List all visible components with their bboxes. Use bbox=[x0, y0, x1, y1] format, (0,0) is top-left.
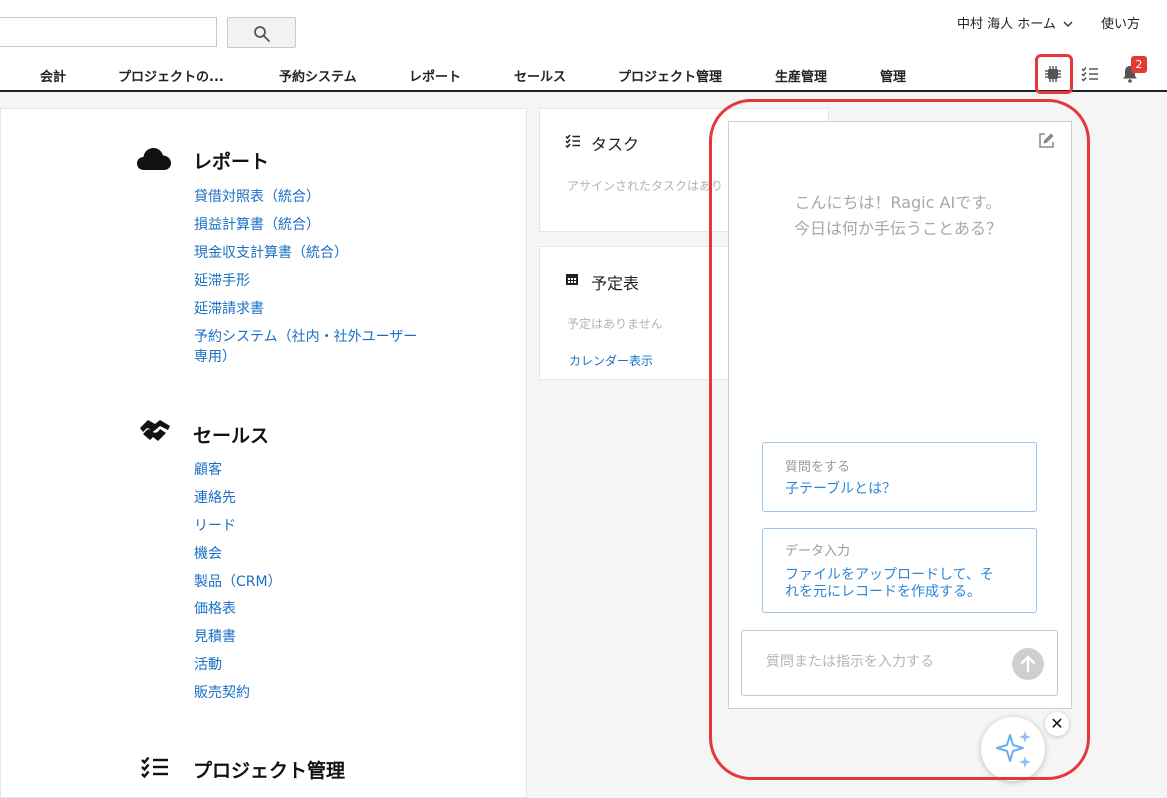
help-link[interactable]: 使い方 bbox=[1101, 13, 1140, 32]
link-activities[interactable]: 活動 bbox=[194, 655, 222, 675]
ai-greeting-line2: 今日は何か手伝うことある？ bbox=[793, 219, 1002, 238]
section-title-reports: レポート bbox=[193, 151, 270, 173]
link-cash-flow[interactable]: 現金収支計算書（統合） bbox=[194, 243, 348, 263]
checklist-icon bbox=[141, 756, 169, 782]
dashboard-left-panel bbox=[0, 108, 527, 798]
ai-greeting-line1: こんにちは！Ragic AIです。 bbox=[794, 193, 1002, 212]
schedule-title: 予定表 bbox=[591, 274, 640, 293]
suggestion-text-line1: ファイルをアップロードして、そ bbox=[785, 567, 994, 583]
search-button[interactable] bbox=[227, 17, 296, 48]
suggestion-ask-question[interactable]: 質問をする 子テーブルとは？ bbox=[762, 442, 1037, 512]
user-home-menu[interactable]: 中村 海人 ホーム bbox=[957, 13, 1073, 32]
link-reservation-line1: 予約システム（社内・社外ユーザー bbox=[194, 329, 418, 345]
handshake-icon bbox=[138, 416, 172, 448]
send-button[interactable] bbox=[1012, 648, 1044, 680]
link-opportunities[interactable]: 機会 bbox=[194, 544, 222, 564]
ai-button-highlight bbox=[1035, 54, 1073, 94]
link-products[interactable]: 製品（CRM） bbox=[194, 572, 282, 592]
nav-item-project-management[interactable]: プロジェクト管理 bbox=[618, 66, 722, 85]
link-balance-sheet[interactable]: 貸借対照表（統合） bbox=[194, 187, 320, 207]
link-reservation-system[interactable]: 予約システム（社内・社外ユーザー 専用） bbox=[194, 327, 417, 367]
section-title-sales: セールス bbox=[193, 425, 270, 447]
link-contacts[interactable]: 連絡先 bbox=[194, 488, 236, 508]
calendar-icon bbox=[565, 271, 579, 290]
ai-chat-input-box bbox=[741, 630, 1058, 696]
tasks-empty-text: アサインされたタスクはあり bbox=[567, 179, 724, 193]
search-input[interactable] bbox=[0, 17, 217, 47]
checklist-icon bbox=[565, 133, 581, 152]
nav-item-production[interactable]: 生産管理 bbox=[775, 66, 827, 85]
schedule-empty-text: 予定はありません bbox=[567, 317, 663, 331]
notification-badge: 2 bbox=[1131, 56, 1147, 73]
edit-icon bbox=[1039, 133, 1054, 148]
ai-chat-input[interactable] bbox=[764, 653, 1008, 671]
nav-item-admin[interactable]: 管理 bbox=[880, 66, 906, 85]
cloud-icon bbox=[136, 146, 172, 176]
suggestion-label: データ入力 bbox=[785, 544, 851, 559]
link-income-statement[interactable]: 損益計算書（統合） bbox=[194, 215, 320, 235]
calendar-view-link[interactable]: カレンダー表示 bbox=[569, 352, 653, 369]
section-title-project-management: プロジェクト管理 bbox=[193, 760, 346, 782]
suggestion-data-entry[interactable]: データ入力 ファイルをアップロードして、そ れを元にレコードを作成する。 bbox=[762, 528, 1037, 613]
link-reservation-line2: 専用） bbox=[194, 349, 236, 365]
new-chat-button[interactable] bbox=[1038, 132, 1055, 153]
link-quotes[interactable]: 見積書 bbox=[194, 627, 236, 647]
tasks-button[interactable] bbox=[1081, 66, 1099, 86]
suggestion-text-line2: れを元にレコードを作成する。 bbox=[785, 584, 981, 600]
nav-item-accounting[interactable]: 会計 bbox=[40, 66, 66, 85]
nav-item-sales[interactable]: セールス bbox=[514, 66, 566, 85]
suggestion-text: 子テーブルとは？ bbox=[785, 481, 897, 497]
link-overdue-invoices[interactable]: 延滞請求書 bbox=[194, 299, 264, 319]
ai-assistant-fab[interactable] bbox=[981, 717, 1045, 781]
link-sales-contracts[interactable]: 販売契約 bbox=[194, 683, 250, 703]
sparkle-icon bbox=[996, 731, 1031, 768]
suggestion-text: ファイルをアップロードして、そ れを元にレコードを作成する。 bbox=[785, 567, 994, 601]
nav-item-project-ellipsis[interactable]: プロジェクトの... bbox=[118, 66, 224, 85]
link-price-list[interactable]: 価格表 bbox=[194, 599, 236, 619]
link-leads[interactable]: リード bbox=[194, 516, 236, 536]
suggestion-label: 質問をする bbox=[785, 460, 851, 475]
user-menu-label: 中村 海人 ホーム bbox=[957, 17, 1056, 32]
search-icon bbox=[254, 26, 270, 42]
link-customers[interactable]: 顧客 bbox=[194, 460, 222, 480]
close-ai-button[interactable]: ✕ bbox=[1045, 712, 1069, 736]
ai-greeting: こんにちは！Ragic AIです。 今日は何か手伝うことある？ bbox=[738, 190, 1058, 242]
tasks-title: タスク bbox=[591, 135, 640, 154]
link-overdue-bills[interactable]: 延滞手形 bbox=[194, 271, 250, 291]
arrow-up-icon bbox=[1020, 655, 1036, 673]
nav-item-reports[interactable]: レポート bbox=[409, 66, 461, 85]
checklist-icon bbox=[1081, 67, 1098, 82]
chevron-down-icon bbox=[1063, 21, 1073, 27]
nav-item-reservation[interactable]: 予約システム bbox=[279, 66, 357, 85]
